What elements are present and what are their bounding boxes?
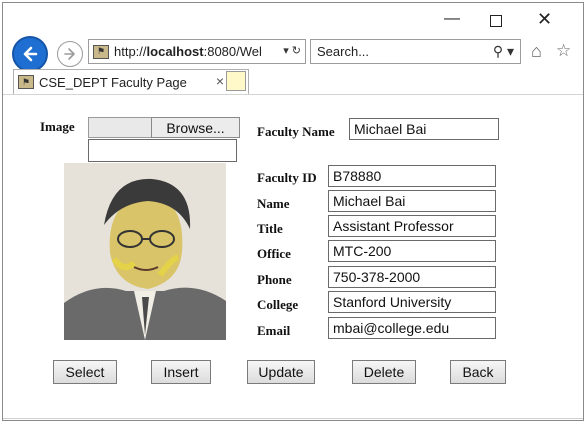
url-prefix: http:// bbox=[114, 44, 147, 59]
tab-favicon-icon: ⚑ bbox=[18, 75, 34, 89]
faculty-name-input[interactable]: Michael Bai bbox=[349, 118, 499, 140]
back-button[interactable] bbox=[12, 36, 48, 72]
url-rest: :8080/Wel bbox=[203, 44, 262, 59]
tab-strip-divider bbox=[3, 94, 583, 95]
college-field[interactable]: Stanford University bbox=[328, 291, 496, 313]
faculty-name-label: Faculty Name bbox=[257, 124, 335, 139]
name-label: Name bbox=[257, 196, 290, 211]
search-input[interactable]: Search... ⚲ ▾ bbox=[310, 39, 521, 64]
tab-faculty-page[interactable]: ⚑ CSE_DEPT Faculty Page × bbox=[13, 69, 249, 94]
tab-close-icon[interactable]: × bbox=[216, 73, 224, 89]
favorites-star-icon[interactable]: ☆ bbox=[556, 41, 571, 61]
status-divider bbox=[3, 418, 583, 419]
browser-window: — ✕ ⚑ http://localhost:8080/Wel ▾ ↻ Sear… bbox=[2, 2, 584, 421]
phone-field[interactable]: 750-378-2000 bbox=[328, 266, 496, 288]
new-tab-button[interactable] bbox=[226, 71, 246, 91]
office-field[interactable]: MTC-200 bbox=[328, 240, 496, 262]
faculty-id-field[interactable]: B78880 bbox=[328, 165, 496, 187]
delete-button[interactable]: Delete bbox=[352, 360, 416, 384]
phone-label: Phone bbox=[257, 272, 292, 287]
title-label: Title bbox=[257, 221, 283, 236]
name-field[interactable]: Michael Bai bbox=[328, 190, 496, 212]
close-button[interactable]: ✕ bbox=[537, 9, 552, 29]
update-button[interactable]: Update bbox=[247, 360, 315, 384]
image-label: Image bbox=[40, 119, 75, 134]
email-field[interactable]: mbai@college.edu bbox=[328, 317, 496, 339]
arrow-left-icon bbox=[23, 46, 38, 62]
search-icon[interactable]: ⚲ ▾ bbox=[493, 43, 514, 60]
title-field[interactable]: Assistant Professor bbox=[328, 215, 496, 237]
maximize-button[interactable] bbox=[490, 15, 502, 27]
browse-button[interactable]: Browse... bbox=[151, 117, 240, 138]
email-label: Email bbox=[257, 323, 291, 338]
image-path-field[interactable] bbox=[88, 139, 237, 162]
college-label: College bbox=[257, 297, 299, 312]
arrow-right-icon bbox=[64, 48, 75, 60]
faculty-photo bbox=[64, 163, 226, 340]
insert-button[interactable]: Insert bbox=[151, 360, 211, 384]
address-refresh-icon[interactable]: ▾ ↻ bbox=[280, 44, 301, 57]
forward-button[interactable] bbox=[57, 41, 83, 67]
faculty-id-label: Faculty ID bbox=[257, 170, 317, 185]
search-placeholder: Search... bbox=[317, 44, 370, 59]
tab-title: CSE_DEPT Faculty Page bbox=[39, 74, 187, 90]
office-label: Office bbox=[257, 246, 291, 261]
home-icon[interactable]: ⌂ bbox=[531, 41, 542, 62]
select-button[interactable]: Select bbox=[53, 360, 117, 384]
back-page-button[interactable]: Back bbox=[450, 360, 506, 384]
url-host: localhost bbox=[146, 44, 204, 59]
faculty-portrait-image bbox=[64, 163, 226, 340]
page-favicon-icon: ⚑ bbox=[93, 44, 109, 59]
address-bar[interactable]: ⚑ http://localhost:8080/Wel ▾ ↻ bbox=[88, 39, 306, 64]
minimize-button[interactable]: — bbox=[444, 9, 460, 29]
